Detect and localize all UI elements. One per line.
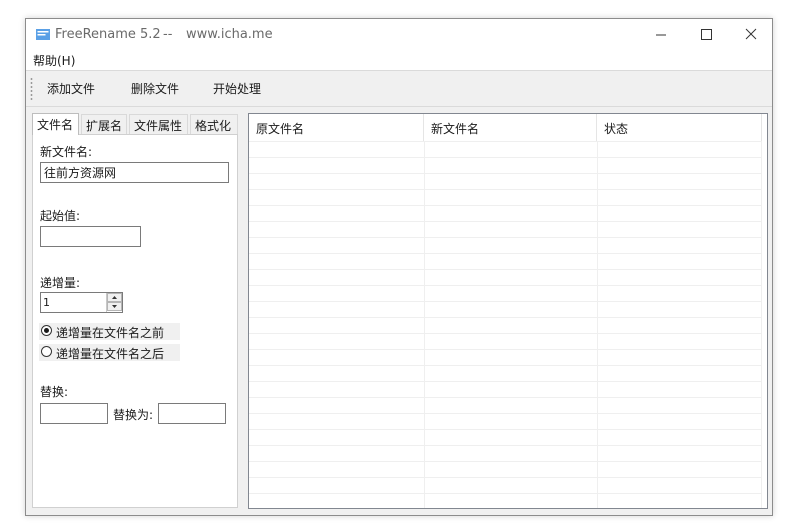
tab-format[interactable]: 格式化: [190, 114, 238, 134]
toolbar: 添加文件 删除文件 开始处理: [26, 70, 772, 107]
replace-label: 替换:: [40, 385, 69, 399]
column-status[interactable]: 状态: [597, 114, 762, 141]
maximize-button[interactable]: [683, 19, 729, 50]
start-value-label: 起始值:: [40, 209, 81, 223]
column-divider: [761, 141, 762, 508]
delete-files-button[interactable]: 删除文件: [131, 80, 179, 97]
new-name-label: 新文件名:: [40, 145, 93, 159]
radio-before-icon[interactable]: [41, 325, 52, 336]
minimize-button[interactable]: [638, 19, 684, 50]
app-window: FreeRename 5.2 -- www.icha.me 帮助(H) 添加文件…: [25, 18, 773, 516]
replace-input[interactable]: [40, 403, 108, 424]
replace-with-label: 替换为:: [113, 408, 154, 422]
start-value-input[interactable]: [40, 226, 141, 247]
spin-up-icon: [112, 296, 117, 299]
stepper-buttons: [106, 293, 122, 312]
window-title-separator: --: [163, 27, 173, 42]
radio-after-label[interactable]: 递增量在文件名之后: [56, 345, 164, 362]
file-list[interactable]: 原文件名 新文件名 状态: [248, 113, 768, 509]
tab-filename[interactable]: 文件名: [32, 113, 79, 135]
spin-down-button[interactable]: [107, 302, 122, 311]
radio-increment-before[interactable]: 递增量在文件名之前: [39, 323, 180, 340]
close-button[interactable]: [728, 19, 774, 50]
title-bar[interactable]: FreeRename 5.2 -- www.icha.me: [26, 19, 772, 50]
column-new-name[interactable]: 新文件名: [424, 114, 597, 141]
filename-panel: 新文件名: 起始值: 递增量: 1 递增量在文件名之前 递增量在文件名之后 替换: [32, 134, 238, 508]
menu-bar: 帮助(H): [26, 50, 772, 70]
file-list-header: 原文件名 新文件名 状态: [249, 114, 762, 141]
spin-down-icon: [112, 305, 117, 308]
maximize-icon: [701, 29, 712, 40]
add-files-button[interactable]: 添加文件: [47, 80, 95, 97]
tab-extension[interactable]: 扩展名: [81, 114, 127, 134]
spin-up-button[interactable]: [107, 293, 122, 302]
column-divider: [597, 141, 598, 508]
radio-selected-dot: [44, 328, 49, 333]
window-title: FreeRename 5.2: [55, 27, 161, 42]
minimize-icon: [656, 34, 666, 36]
column-original-name[interactable]: 原文件名: [249, 114, 424, 141]
radio-after-icon[interactable]: [41, 346, 52, 357]
increment-label: 递增量:: [40, 276, 81, 290]
new-name-input[interactable]: [40, 162, 229, 183]
column-divider: [424, 141, 425, 508]
radio-increment-after[interactable]: 递增量在文件名之后: [39, 344, 180, 361]
replace-with-input[interactable]: [158, 403, 226, 424]
increment-stepper[interactable]: 1: [40, 292, 123, 313]
menu-help[interactable]: 帮助(H): [33, 52, 75, 69]
toolbar-grip-icon[interactable]: [30, 77, 33, 101]
file-list-body[interactable]: [249, 141, 761, 508]
window-title-url: www.icha.me: [186, 27, 273, 42]
tab-file-attributes[interactable]: 文件属性: [129, 114, 188, 134]
increment-value[interactable]: 1: [43, 296, 50, 309]
radio-before-label[interactable]: 递增量在文件名之前: [56, 324, 164, 341]
start-processing-button[interactable]: 开始处理: [213, 80, 261, 97]
app-icon: [36, 29, 50, 40]
close-icon: [745, 28, 757, 40]
